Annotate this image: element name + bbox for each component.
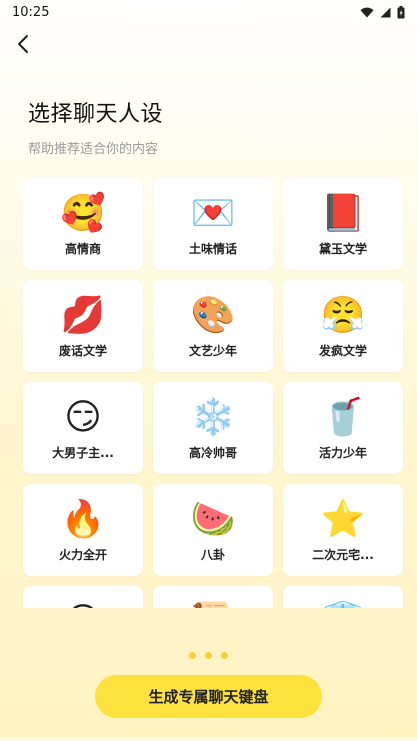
back-button[interactable] [12,30,36,58]
heart-chat-bubble-icon: 💌 [190,193,236,234]
lips-icon: 💋 [60,295,106,336]
signal-icon [380,7,391,17]
persona-card[interactable]: 🍉 八卦 [153,484,273,576]
angry-face-icon: 😤 [320,295,366,336]
partial-blue-icon: 🧊 [321,600,366,609]
persona-card[interactable]: 🎨 文艺少年 [153,280,273,372]
purple-star-icon: ⭐ [320,499,366,540]
fire-icon: 🔥 [60,499,106,540]
smiling-face-hearts-icon: 🥰 [60,193,106,234]
snowflake-icon: ❄️ [190,397,236,438]
persona-label: 火力全开 [58,548,107,562]
persona-label: 二次元宅... [312,548,374,562]
battery-icon [397,5,405,18]
chevron-left-icon [18,35,28,53]
wifi-icon [360,7,374,17]
pagination-dots [0,652,417,659]
persona-label: 土味情话 [188,242,237,256]
persona-label: 活力少年 [318,446,367,460]
persona-card[interactable]: 😏 大男子主... [23,382,143,474]
generate-keyboard-button[interactable]: 生成专属聊天键盘 [95,675,322,718]
page-title: 选择聊天人设 [28,102,164,127]
persona-card[interactable]: 🧊 [283,586,403,608]
persona-label: 八卦 [200,548,225,562]
persona-card[interactable]: 🥰 高情商 [23,178,143,270]
persona-card[interactable]: 📜 [153,586,273,608]
persona-label: 发疯文学 [318,344,367,358]
energy-can-icon: 🥤 [320,397,366,438]
persona-card[interactable]: 💋 废话文学 [23,280,143,372]
status-bar: 10:25 [0,0,417,24]
partial-face-icon: 😊 [61,600,105,609]
paint-palette-icon: 🎨 [190,295,236,336]
persona-label: 废话文学 [58,344,107,358]
persona-label: 高情商 [64,242,101,256]
pagination-dot [189,652,196,659]
persona-card[interactable]: ❄️ 高冷帅哥 [153,382,273,474]
persona-card[interactable]: 🥤 活力少年 [283,382,403,474]
page-subtitle: 帮助推荐适合你的内容 [28,142,159,157]
persona-card[interactable]: 💌 土味情话 [153,178,273,270]
persona-grid-viewport[interactable]: 🥰 高情商 💌 土味情话 📕 黛玉文学 💋 废话文学 🎨 文艺少年 😤 发疯文学 😏 大男子主... ❄️ 高… [0,176,417,608]
persona-label: 大男子主... [52,446,114,460]
persona-card[interactable]: 🔥 火力全开 [23,484,143,576]
persona-card[interactable]: ⭐ 二次元宅... [283,484,403,576]
persona-grid: 🥰 高情商 💌 土味情话 📕 黛玉文学 💋 废话文学 🎨 文艺少年 😤 发疯文学 😏 大男子主... ❄️ 高… [23,178,405,608]
persona-card[interactable]: 📕 黛玉文学 [283,178,403,270]
pagination-dot [221,652,228,659]
persona-label: 文艺少年 [188,344,237,358]
status-icons [360,5,405,19]
persona-card[interactable]: 😤 发疯文学 [283,280,403,372]
partial-item-icon: 📜 [191,600,236,609]
pagination-dot [205,652,212,659]
watermelon-icon: 🍉 [190,499,236,540]
red-book-icon: 📕 [320,193,366,234]
persona-card[interactable]: 😊 [23,586,143,608]
persona-label: 黛玉文学 [318,242,367,256]
status-time: 10:25 [12,4,50,20]
persona-label: 高冷帅哥 [188,446,237,460]
smirking-face-icon: 😏 [64,397,102,438]
